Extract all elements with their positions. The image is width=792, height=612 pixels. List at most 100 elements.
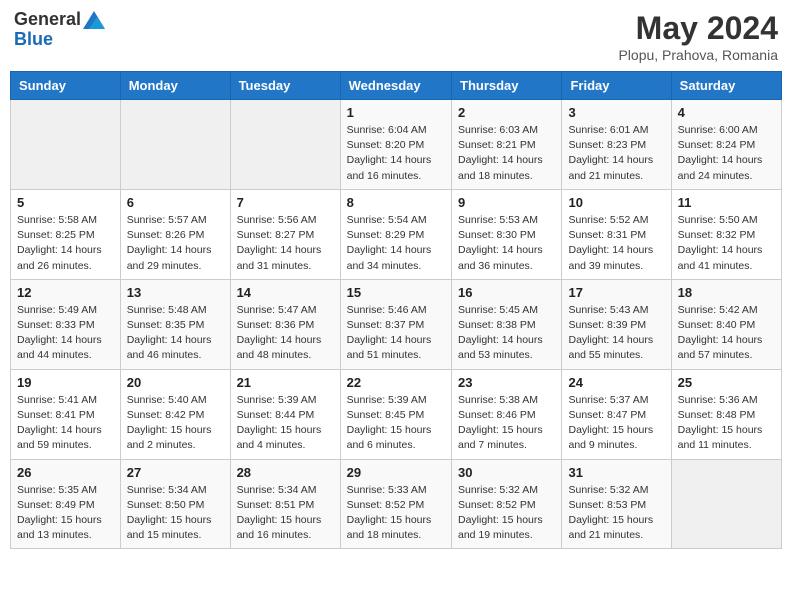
calendar-cell: 15 Sunrise: 5:46 AM Sunset: 8:37 PM Dayli… xyxy=(340,279,451,369)
calendar-cell: 5 Sunrise: 5:58 AM Sunset: 8:25 PM Daylig… xyxy=(11,189,121,279)
day-info: Sunrise: 5:52 AM Sunset: 8:31 PM Dayligh… xyxy=(568,213,664,274)
day-number: 1 xyxy=(347,105,445,120)
day-number: 20 xyxy=(127,375,224,390)
calendar-cell: 28 Sunrise: 5:34 AM Sunset: 8:51 PM Dayli… xyxy=(230,459,340,549)
day-number: 9 xyxy=(458,195,555,210)
day-info: Sunrise: 5:45 AM Sunset: 8:38 PM Dayligh… xyxy=(458,303,555,364)
calendar-cell: 11 Sunrise: 5:50 AM Sunset: 8:32 PM Dayli… xyxy=(671,189,781,279)
day-number: 16 xyxy=(458,285,555,300)
day-number: 6 xyxy=(127,195,224,210)
day-number: 13 xyxy=(127,285,224,300)
calendar-week-row: 1 Sunrise: 6:04 AM Sunset: 8:20 PM Daylig… xyxy=(11,100,782,190)
day-number: 5 xyxy=(17,195,114,210)
day-number: 24 xyxy=(568,375,664,390)
calendar-cell: 3Sunrise: 6:01 AM Sunset: 8:23 PM Daylig… xyxy=(562,100,671,190)
day-info: Sunrise: 5:49 AM Sunset: 8:33 PM Dayligh… xyxy=(17,303,114,364)
logo-icon xyxy=(83,11,105,29)
calendar-cell: 6 Sunrise: 5:57 AM Sunset: 8:26 PM Daylig… xyxy=(120,189,230,279)
day-info: Sunrise: 5:58 AM Sunset: 8:25 PM Dayligh… xyxy=(17,213,114,274)
calendar-cell: 30 Sunrise: 5:32 AM Sunset: 8:52 PM Dayli… xyxy=(452,459,562,549)
day-info: Sunrise: 5:46 AM Sunset: 8:37 PM Dayligh… xyxy=(347,303,445,364)
day-number: 29 xyxy=(347,465,445,480)
day-info: Sunrise: 5:54 AM Sunset: 8:29 PM Dayligh… xyxy=(347,213,445,274)
day-number: 21 xyxy=(237,375,334,390)
calendar-cell: 19 Sunrise: 5:41 AM Sunset: 8:41 PM Dayli… xyxy=(11,369,121,459)
day-info: Sunrise: 5:47 AM Sunset: 8:36 PM Dayligh… xyxy=(237,303,334,364)
month-year-title: May 2024 xyxy=(618,10,778,47)
day-number: 19 xyxy=(17,375,114,390)
day-info: Sunrise: 5:42 AM Sunset: 8:40 PM Dayligh… xyxy=(678,303,775,364)
calendar-cell: 16 Sunrise: 5:45 AM Sunset: 8:38 PM Dayli… xyxy=(452,279,562,369)
logo-blue-text: Blue xyxy=(14,30,53,50)
calendar-cell: 29 Sunrise: 5:33 AM Sunset: 8:52 PM Dayli… xyxy=(340,459,451,549)
title-area: May 2024 Plopu, Prahova, Romania xyxy=(618,10,778,63)
day-number: 22 xyxy=(347,375,445,390)
calendar-cell xyxy=(671,459,781,549)
logo-general-text: General xyxy=(14,10,81,30)
calendar-cell: 9Sunrise: 5:53 AM Sunset: 8:30 PM Daylig… xyxy=(452,189,562,279)
calendar-cell: 20 Sunrise: 5:40 AM Sunset: 8:42 PM Dayli… xyxy=(120,369,230,459)
day-info: Sunrise: 6:00 AM Sunset: 8:24 PM Dayligh… xyxy=(678,123,775,184)
weekday-header-tuesday: Tuesday xyxy=(230,72,340,100)
day-info: Sunrise: 5:34 AM Sunset: 8:50 PM Dayligh… xyxy=(127,483,224,544)
day-info: Sunrise: 5:41 AM Sunset: 8:41 PM Dayligh… xyxy=(17,393,114,454)
calendar-cell: 14 Sunrise: 5:47 AM Sunset: 8:36 PM Dayli… xyxy=(230,279,340,369)
day-info: Sunrise: 6:03 AM Sunset: 8:21 PM Dayligh… xyxy=(458,123,555,184)
calendar-cell: 12Sunrise: 5:49 AM Sunset: 8:33 PM Dayli… xyxy=(11,279,121,369)
weekday-header-row: SundayMondayTuesdayWednesdayThursdayFrid… xyxy=(11,72,782,100)
calendar-cell: 31Sunrise: 5:32 AM Sunset: 8:53 PM Dayli… xyxy=(562,459,671,549)
calendar-cell: 21 Sunrise: 5:39 AM Sunset: 8:44 PM Dayli… xyxy=(230,369,340,459)
day-number: 18 xyxy=(678,285,775,300)
day-info: Sunrise: 5:32 AM Sunset: 8:53 PM Dayligh… xyxy=(568,483,664,544)
location-text: Plopu, Prahova, Romania xyxy=(618,47,778,63)
calendar-week-row: 5 Sunrise: 5:58 AM Sunset: 8:25 PM Daylig… xyxy=(11,189,782,279)
day-info: Sunrise: 6:04 AM Sunset: 8:20 PM Dayligh… xyxy=(347,123,445,184)
day-info: Sunrise: 5:57 AM Sunset: 8:26 PM Dayligh… xyxy=(127,213,224,274)
calendar-cell: 2 Sunrise: 6:03 AM Sunset: 8:21 PM Daylig… xyxy=(452,100,562,190)
day-number: 25 xyxy=(678,375,775,390)
logo: General Blue xyxy=(14,10,105,50)
day-number: 3 xyxy=(568,105,664,120)
day-info: Sunrise: 5:39 AM Sunset: 8:44 PM Dayligh… xyxy=(237,393,334,454)
weekday-header-saturday: Saturday xyxy=(671,72,781,100)
day-number: 15 xyxy=(347,285,445,300)
day-number: 7 xyxy=(237,195,334,210)
day-info: Sunrise: 5:37 AM Sunset: 8:47 PM Dayligh… xyxy=(568,393,664,454)
calendar-cell: 13Sunrise: 5:48 AM Sunset: 8:35 PM Dayli… xyxy=(120,279,230,369)
day-number: 2 xyxy=(458,105,555,120)
day-number: 27 xyxy=(127,465,224,480)
day-number: 10 xyxy=(568,195,664,210)
weekday-header-friday: Friday xyxy=(562,72,671,100)
calendar-cell: 1 Sunrise: 6:04 AM Sunset: 8:20 PM Daylig… xyxy=(340,100,451,190)
day-info: Sunrise: 5:36 AM Sunset: 8:48 PM Dayligh… xyxy=(678,393,775,454)
calendar-cell: 24 Sunrise: 5:37 AM Sunset: 8:47 PM Dayli… xyxy=(562,369,671,459)
calendar-cell: 17Sunrise: 5:43 AM Sunset: 8:39 PM Dayli… xyxy=(562,279,671,369)
day-info: Sunrise: 5:34 AM Sunset: 8:51 PM Dayligh… xyxy=(237,483,334,544)
day-info: Sunrise: 5:33 AM Sunset: 8:52 PM Dayligh… xyxy=(347,483,445,544)
day-number: 11 xyxy=(678,195,775,210)
calendar-cell: 26Sunrise: 5:35 AM Sunset: 8:49 PM Dayli… xyxy=(11,459,121,549)
day-info: Sunrise: 5:50 AM Sunset: 8:32 PM Dayligh… xyxy=(678,213,775,274)
calendar-cell: 23 Sunrise: 5:38 AM Sunset: 8:46 PM Dayli… xyxy=(452,369,562,459)
day-info: Sunrise: 5:38 AM Sunset: 8:46 PM Dayligh… xyxy=(458,393,555,454)
day-number: 28 xyxy=(237,465,334,480)
day-number: 4 xyxy=(678,105,775,120)
day-number: 8 xyxy=(347,195,445,210)
calendar-cell xyxy=(120,100,230,190)
calendar-cell xyxy=(11,100,121,190)
calendar-week-row: 19 Sunrise: 5:41 AM Sunset: 8:41 PM Dayli… xyxy=(11,369,782,459)
day-number: 14 xyxy=(237,285,334,300)
day-info: Sunrise: 5:40 AM Sunset: 8:42 PM Dayligh… xyxy=(127,393,224,454)
calendar-cell: 25 Sunrise: 5:36 AM Sunset: 8:48 PM Dayli… xyxy=(671,369,781,459)
day-number: 23 xyxy=(458,375,555,390)
calendar-cell: 22 Sunrise: 5:39 AM Sunset: 8:45 PM Dayli… xyxy=(340,369,451,459)
calendar-cell: 27 Sunrise: 5:34 AM Sunset: 8:50 PM Dayli… xyxy=(120,459,230,549)
calendar-cell: 7Sunrise: 5:56 AM Sunset: 8:27 PM Daylig… xyxy=(230,189,340,279)
day-info: Sunrise: 5:32 AM Sunset: 8:52 PM Dayligh… xyxy=(458,483,555,544)
calendar-cell xyxy=(230,100,340,190)
calendar-table: SundayMondayTuesdayWednesdayThursdayFrid… xyxy=(10,71,782,549)
weekday-header-sunday: Sunday xyxy=(11,72,121,100)
day-info: Sunrise: 5:39 AM Sunset: 8:45 PM Dayligh… xyxy=(347,393,445,454)
weekday-header-monday: Monday xyxy=(120,72,230,100)
day-number: 30 xyxy=(458,465,555,480)
